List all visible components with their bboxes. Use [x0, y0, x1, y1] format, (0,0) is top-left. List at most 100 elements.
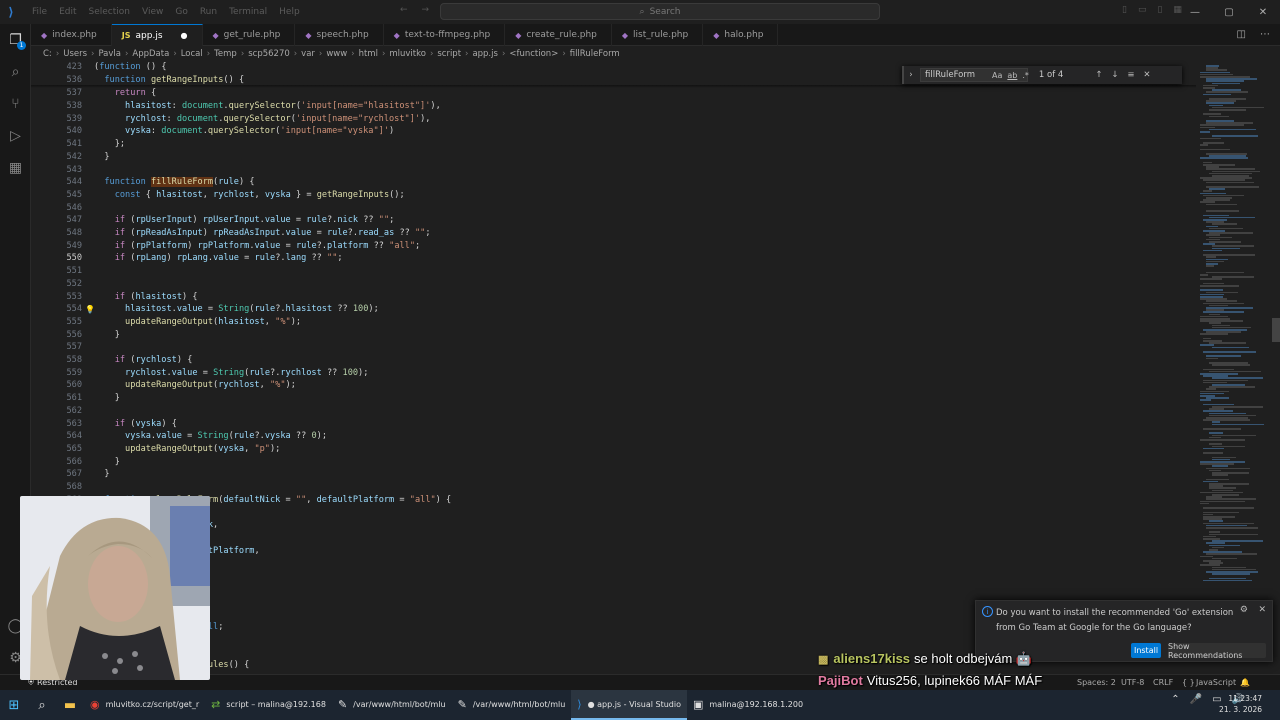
- code-line[interactable]: 540 vyska: document.querySelector('input…: [31, 125, 1196, 138]
- run-debug-icon[interactable]: ▷: [6, 126, 25, 145]
- taskbar-app-vscode[interactable]: ⟩ ● app.js - Visual Studio: [571, 690, 687, 720]
- code-line[interactable]: 557: [31, 341, 1196, 354]
- tab-index-php[interactable]: ◆ index.php: [31, 24, 112, 46]
- breadcrumb-item[interactable]: AppData: [132, 49, 169, 59]
- modified-dot-icon[interactable]: ●: [181, 31, 188, 40]
- toggle-replace-chevron-icon[interactable]: ›: [904, 70, 918, 80]
- code-line[interactable]: 562: [31, 405, 1196, 418]
- breadcrumb-item[interactable]: Temp: [214, 49, 237, 59]
- code-line[interactable]: 549 if (rpPlatform) rpPlatform.value = r…: [31, 239, 1196, 252]
- minimize-icon[interactable]: —: [1178, 0, 1212, 24]
- encoding-indicator[interactable]: UTF-8: [1121, 678, 1144, 687]
- code-line[interactable]: 553 if (hlasitost) {: [31, 290, 1196, 303]
- windows-start-icon[interactable]: ⊞: [0, 690, 28, 720]
- code-line[interactable]: 547 if (rpUserInput) rpUserInput.value =…: [31, 214, 1196, 227]
- code-line[interactable]: 539 rychlost: document.querySelector('in…: [31, 112, 1196, 125]
- eol-indicator[interactable]: CRLF: [1153, 678, 1173, 687]
- notification-settings-gear-icon[interactable]: ⚙: [1240, 605, 1248, 615]
- tab-text-to-ffmpeg-php[interactable]: ◆ text-to-ffmpeg.php: [384, 24, 506, 46]
- code-line[interactable]: 544 function fillRuleForm(rule) {: [31, 176, 1196, 189]
- breadcrumb-item[interactable]: app.js: [472, 49, 498, 59]
- find-in-selection-icon[interactable]: ≡: [1123, 70, 1139, 80]
- language-mode-indicator[interactable]: JavaScript: [1196, 678, 1236, 687]
- whole-word-toggle[interactable]: ab: [1007, 71, 1017, 80]
- toggle-primary-sidebar-icon[interactable]: ▯: [1122, 5, 1127, 15]
- menu-selection[interactable]: Selection: [83, 7, 136, 17]
- code-line[interactable]: 555 updateRangeOutput(hlasitost, "%");: [31, 316, 1196, 329]
- menu-file[interactable]: File: [26, 7, 53, 17]
- microphone-icon[interactable]: 🎤: [1190, 694, 1202, 705]
- vertical-scrollbar[interactable]: [1272, 61, 1280, 690]
- taskbar-app-editor[interactable]: ✎ /var/www/html/bot/mlu: [452, 690, 572, 720]
- code-line[interactable]: 563 if (vyska) {: [31, 417, 1196, 430]
- menu-terminal[interactable]: Terminal: [223, 7, 273, 17]
- match-case-toggle[interactable]: Aa: [992, 71, 1002, 80]
- taskbar-app-winscp[interactable]: ⇄ script – malina@192.168: [205, 690, 332, 720]
- menu-view[interactable]: View: [136, 7, 169, 17]
- breadcrumb-item[interactable]: var: [301, 49, 315, 59]
- split-editor-icon[interactable]: ◫: [1237, 29, 1246, 40]
- code-line[interactable]: 559 rychlost.value = String(rule?.rychlo…: [31, 366, 1196, 379]
- scrollbar-thumb[interactable]: [1272, 318, 1280, 342]
- breadcrumb-item[interactable]: C:: [43, 49, 52, 59]
- code-line[interactable]: 550 if (rpLang) rpLang.value = rule?.lan…: [31, 252, 1196, 265]
- code-line[interactable]: 541 };: [31, 138, 1196, 151]
- menu-help[interactable]: Help: [273, 7, 306, 17]
- code-line[interactable]: 554 hlasitost.value = String(rule?.hlasi…: [31, 303, 1196, 316]
- code-line[interactable]: 560 updateRangeOutput(rychlost, "%");: [31, 379, 1196, 392]
- menu-go[interactable]: Go: [169, 7, 193, 17]
- code-line[interactable]: 545 const { hlasitost, rychlost, vyska }…: [31, 189, 1196, 202]
- close-find-icon[interactable]: ✕: [1139, 70, 1155, 80]
- code-line[interactable]: 552: [31, 278, 1196, 291]
- system-clock[interactable]: 11:23:47 21. 3. 2026: [1219, 693, 1262, 715]
- source-control-icon[interactable]: ⑂: [6, 94, 25, 113]
- code-line[interactable]: 538 hlasitost: document.querySelector('i…: [31, 100, 1196, 113]
- regex-toggle[interactable]: .*: [1022, 71, 1029, 80]
- minimap[interactable]: [1196, 61, 1272, 690]
- notifications-bell-icon[interactable]: 🔔: [1240, 678, 1250, 687]
- forward-arrow-icon[interactable]: →: [422, 5, 430, 15]
- taskbar-app-editor[interactable]: ✎ /var/www/html/bot/mlu: [332, 690, 452, 720]
- code-line[interactable]: 546: [31, 201, 1196, 214]
- breadcrumb-item[interactable]: scp56270: [248, 49, 290, 59]
- close-icon[interactable]: ✕: [1246, 0, 1280, 24]
- code-line[interactable]: 556 }: [31, 328, 1196, 341]
- code-line[interactable]: 543: [31, 163, 1196, 176]
- search-icon[interactable]: ⌕: [6, 62, 25, 81]
- install-button[interactable]: Install: [1131, 643, 1161, 658]
- show-recommendations-button[interactable]: Show Recommendations: [1168, 642, 1266, 660]
- tab-halo-php[interactable]: ◆ halo.php: [703, 24, 779, 46]
- breadcrumb-item[interactable]: www: [326, 49, 347, 59]
- back-arrow-icon[interactable]: ←: [400, 5, 408, 15]
- breadcrumb-item[interactable]: fillRuleForm: [570, 49, 620, 59]
- code-line[interactable]: 567 }: [31, 468, 1196, 481]
- breadcrumb-item[interactable]: Pavla: [98, 49, 121, 59]
- show-hidden-icons-icon[interactable]: ⌃: [1171, 694, 1179, 705]
- code-line[interactable]: 565 updateRangeOutput(vyska, "p");: [31, 443, 1196, 456]
- code-line[interactable]: 566 }: [31, 455, 1196, 468]
- code-line[interactable]: 548 if (rpReadAsInput) rpReadAsInput.val…: [31, 227, 1196, 240]
- breadcrumb-item[interactable]: <function>: [509, 49, 558, 59]
- more-actions-icon[interactable]: ⋯: [1260, 29, 1270, 40]
- breadcrumb-item[interactable]: script: [437, 49, 461, 59]
- command-center-search[interactable]: ⌕ Search: [440, 3, 880, 20]
- code-line[interactable]: 564 vyska.value = String(rule?.vyska ?? …: [31, 430, 1196, 443]
- maximize-icon[interactable]: ▢: [1212, 0, 1246, 24]
- code-line[interactable]: 537 return {: [31, 87, 1196, 100]
- breadcrumb-item[interactable]: Local: [181, 49, 203, 59]
- tab-list-rule-php[interactable]: ◆ list_rule.php: [612, 24, 704, 46]
- tab-speech-php[interactable]: ◆ speech.php: [295, 24, 384, 46]
- file-explorer-icon[interactable]: ▬: [56, 690, 84, 720]
- code-line[interactable]: 558 if (rychlost) {: [31, 354, 1196, 367]
- indentation-indicator[interactable]: Spaces: 2: [1077, 678, 1116, 687]
- code-line[interactable]: 561 }: [31, 392, 1196, 405]
- tab-app-js[interactable]: JS app.js ●: [111, 24, 203, 46]
- taskbar-search-icon[interactable]: ⌕: [28, 690, 56, 720]
- code-line[interactable]: 568: [31, 481, 1196, 494]
- code-line[interactable]: 542 }: [31, 151, 1196, 164]
- extensions-icon[interactable]: ▦: [6, 158, 25, 177]
- breadcrumb-item[interactable]: Users: [63, 49, 87, 59]
- breadcrumb-item[interactable]: html: [359, 49, 378, 59]
- menu-run[interactable]: Run: [194, 7, 223, 17]
- taskbar-app-putty[interactable]: ▣ malina@192.168.1.200: [687, 690, 809, 720]
